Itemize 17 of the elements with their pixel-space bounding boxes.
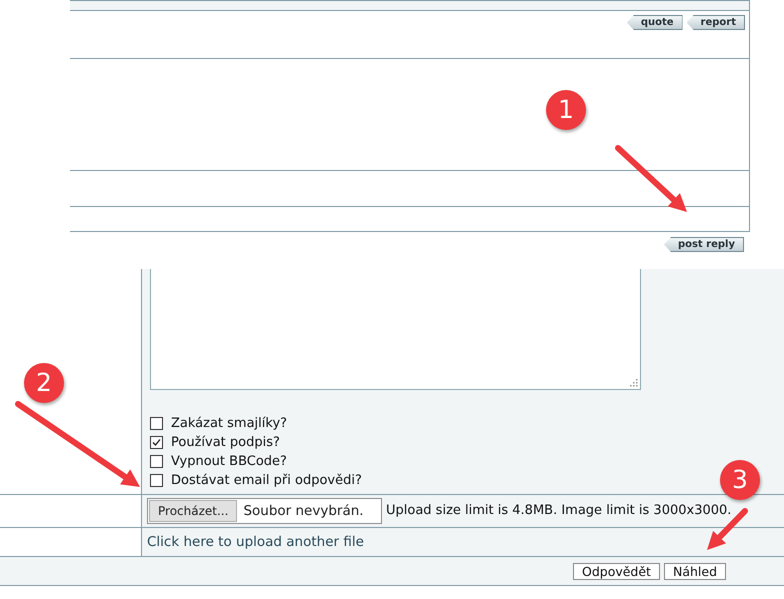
checkbox[interactable] [150, 436, 163, 449]
post-reply-button[interactable]: post reply [664, 237, 744, 252]
submit-button[interactable]: Odpovědět [572, 562, 660, 580]
checkbox[interactable] [150, 474, 163, 487]
post-action-button[interactable]: quote [626, 15, 683, 30]
option-label: Vypnout BBCode? [171, 452, 287, 471]
checkbox[interactable] [150, 455, 163, 468]
option-label: Používat podpis? [171, 434, 280, 452]
file-input[interactable]: Procházet... Soubor nevybrán. [147, 498, 382, 524]
submit-button[interactable]: Náhled [664, 562, 726, 580]
post-action-button[interactable]: report [686, 15, 745, 30]
step-marker: 1 [546, 90, 586, 130]
upload-limit-note: Upload size limit is 4.8MB. Image limit is 3000x3000. [386, 502, 732, 520]
option-label: Dostávat email při odpovědi? [171, 472, 362, 490]
resize-grip-icon[interactable] [630, 379, 638, 387]
checkbox[interactable] [150, 417, 163, 430]
option-label: Zakázat smajlíky? [171, 414, 288, 433]
